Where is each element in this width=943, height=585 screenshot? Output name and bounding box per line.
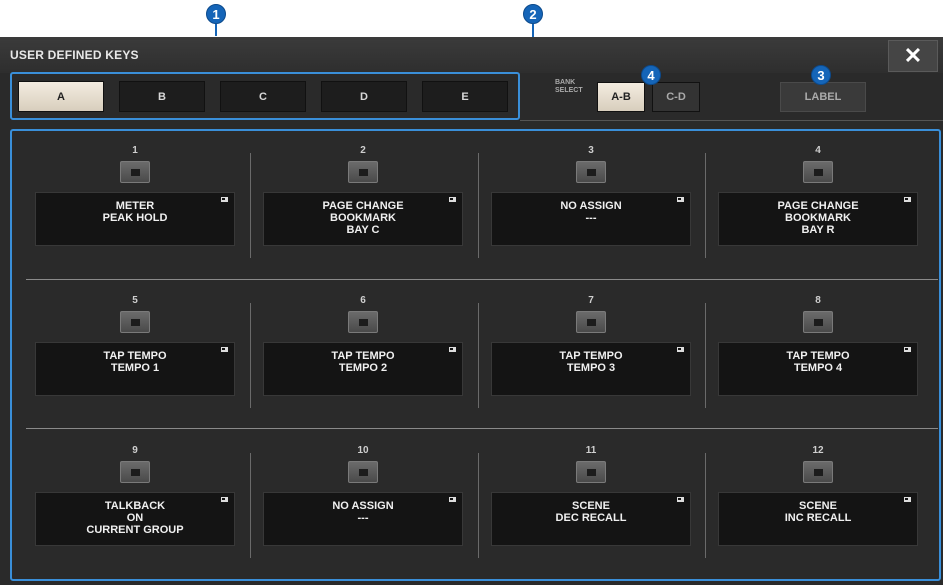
key-function-label: SCENE DEC RECALL bbox=[555, 500, 627, 524]
key-led-button[interactable] bbox=[120, 311, 150, 333]
bank-tabs-group: A B C D E bbox=[10, 72, 520, 120]
row-divider bbox=[26, 279, 938, 280]
key-led-button[interactable] bbox=[120, 461, 150, 483]
key-number: 3 bbox=[588, 145, 594, 156]
key-function-button[interactable]: TAP TEMPO TEMPO 3 bbox=[491, 342, 691, 396]
close-icon: ✕ bbox=[903, 43, 923, 68]
popup-icon bbox=[677, 347, 684, 352]
key-function-label: TAP TEMPO TEMPO 1 bbox=[103, 350, 167, 374]
label-button[interactable]: LABEL bbox=[780, 82, 866, 112]
key-led-button[interactable] bbox=[803, 161, 833, 183]
key-function-button[interactable]: PAGE CHANGE BOOKMARK BAY C bbox=[263, 192, 463, 246]
tab-e[interactable]: E bbox=[422, 81, 508, 112]
key-function-label: METER PEAK HOLD bbox=[102, 200, 168, 224]
key-function-button[interactable]: SCENE DEC RECALL bbox=[491, 492, 691, 546]
key-function-label: NO ASSIGN --- bbox=[332, 500, 394, 524]
header-divider bbox=[520, 120, 943, 121]
key-number: 6 bbox=[360, 295, 366, 306]
callout-3: 3 bbox=[811, 65, 831, 85]
tab-b[interactable]: B bbox=[119, 81, 205, 112]
tab-c[interactable]: C bbox=[220, 81, 306, 112]
user-keys-grid: 1 METER PEAK HOLD 2 PAGE CHANGE BOOKMARK… bbox=[10, 129, 941, 581]
popup-icon bbox=[904, 197, 911, 202]
key-function-label: PAGE CHANGE BOOKMARK BAY R bbox=[777, 200, 859, 236]
col-divider bbox=[250, 303, 251, 408]
popup-icon bbox=[904, 497, 911, 502]
key-led-button[interactable] bbox=[348, 161, 378, 183]
popup-icon bbox=[221, 347, 228, 352]
key-function-button[interactable]: PAGE CHANGE BOOKMARK BAY R bbox=[718, 192, 918, 246]
col-divider bbox=[250, 153, 251, 258]
bank-select-a-b-button[interactable]: A-B bbox=[597, 82, 645, 112]
key-function-label: SCENE INC RECALL bbox=[784, 500, 852, 524]
popup-icon bbox=[449, 347, 456, 352]
key-led-button[interactable] bbox=[348, 311, 378, 333]
key-function-button[interactable]: TAP TEMPO TEMPO 4 bbox=[718, 342, 918, 396]
col-divider bbox=[705, 153, 706, 258]
callout-1: 1 bbox=[206, 4, 226, 24]
key-function-button[interactable]: NO ASSIGN --- bbox=[263, 492, 463, 546]
key-number: 9 bbox=[132, 445, 138, 456]
col-divider bbox=[705, 303, 706, 408]
row-divider bbox=[26, 428, 938, 429]
col-divider bbox=[478, 303, 479, 408]
popup-icon bbox=[221, 197, 228, 202]
key-led-button[interactable] bbox=[576, 161, 606, 183]
key-function-label: NO ASSIGN --- bbox=[560, 200, 622, 224]
popup-icon bbox=[449, 497, 456, 502]
key-function-label: PAGE CHANGE BOOKMARK BAY C bbox=[322, 200, 404, 236]
key-number: 11 bbox=[585, 445, 597, 456]
key-function-label: TAP TEMPO TEMPO 4 bbox=[786, 350, 850, 374]
popup-icon bbox=[449, 197, 456, 202]
popup-icon bbox=[221, 497, 228, 502]
key-function-label: TAP TEMPO TEMPO 3 bbox=[559, 350, 623, 374]
col-divider bbox=[478, 153, 479, 258]
key-function-button[interactable]: SCENE INC RECALL bbox=[718, 492, 918, 546]
key-led-button[interactable] bbox=[576, 461, 606, 483]
key-led-button[interactable] bbox=[120, 161, 150, 183]
callout-4: 4 bbox=[641, 65, 661, 85]
col-divider bbox=[250, 453, 251, 558]
col-divider bbox=[478, 453, 479, 558]
bank-select-label-line2: SELECT bbox=[555, 87, 583, 94]
key-led-button[interactable] bbox=[348, 461, 378, 483]
key-led-button[interactable] bbox=[803, 461, 833, 483]
key-number: 10 bbox=[357, 445, 369, 456]
bank-select-label: BANK SELECT bbox=[555, 79, 583, 95]
user-defined-keys-window: USER DEFINED KEYS ✕ A B C D E BANK SELEC… bbox=[0, 37, 943, 585]
key-function-button[interactable]: METER PEAK HOLD bbox=[35, 192, 235, 246]
key-number: 2 bbox=[360, 145, 366, 156]
col-divider bbox=[705, 453, 706, 558]
key-number: 5 bbox=[132, 295, 138, 306]
bank-select-c-d-button[interactable]: C-D bbox=[652, 82, 700, 112]
title-bar: USER DEFINED KEYS ✕ bbox=[0, 37, 943, 73]
key-function-label: TALKBACK ON CURRENT GROUP bbox=[86, 500, 184, 536]
tab-a[interactable]: A bbox=[18, 81, 104, 112]
key-number: 4 bbox=[815, 145, 821, 156]
close-button[interactable]: ✕ bbox=[888, 40, 938, 72]
key-function-button[interactable]: TALKBACK ON CURRENT GROUP bbox=[35, 492, 235, 546]
key-led-button[interactable] bbox=[576, 311, 606, 333]
key-function-button[interactable]: TAP TEMPO TEMPO 1 bbox=[35, 342, 235, 396]
callout-1-line bbox=[215, 24, 217, 36]
key-number: 7 bbox=[588, 295, 594, 306]
key-number: 8 bbox=[815, 295, 821, 306]
key-number: 1 bbox=[132, 145, 138, 156]
key-function-button[interactable]: TAP TEMPO TEMPO 2 bbox=[263, 342, 463, 396]
key-number: 12 bbox=[812, 445, 824, 456]
callout-2: 2 bbox=[523, 4, 543, 24]
key-function-label: TAP TEMPO TEMPO 2 bbox=[331, 350, 395, 374]
tab-d[interactable]: D bbox=[321, 81, 407, 112]
key-function-button[interactable]: NO ASSIGN --- bbox=[491, 192, 691, 246]
window-title: USER DEFINED KEYS bbox=[10, 48, 139, 62]
popup-icon bbox=[677, 497, 684, 502]
popup-icon bbox=[677, 197, 684, 202]
popup-icon bbox=[904, 347, 911, 352]
key-led-button[interactable] bbox=[803, 311, 833, 333]
bank-select-label-line1: BANK bbox=[555, 79, 576, 86]
